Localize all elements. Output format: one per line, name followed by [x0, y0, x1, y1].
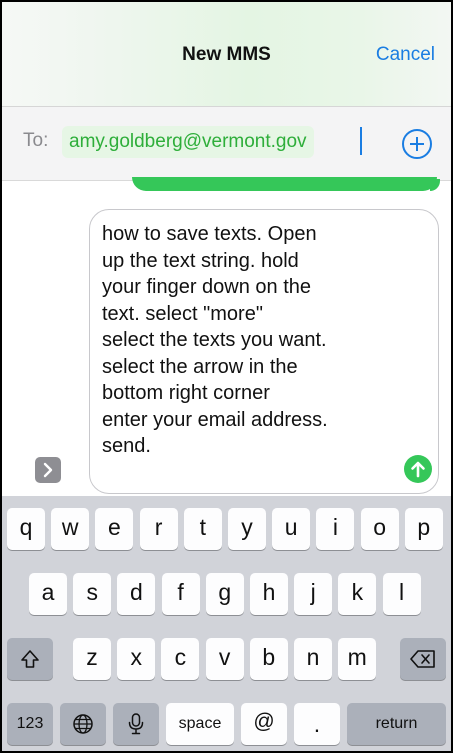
key-label: v: [218, 644, 231, 670]
sent-message-bubble[interactable]: [132, 177, 437, 191]
key-x[interactable]: x: [117, 638, 156, 680]
message-area: how to save texts. Open up the text stri…: [2, 177, 451, 496]
key-label: k: [351, 579, 364, 605]
expand-apps-button[interactable]: [35, 457, 61, 483]
key-t[interactable]: t: [183, 508, 222, 550]
message-text[interactable]: how to save texts. Open up the text stri…: [102, 221, 414, 460]
dictation-key[interactable]: [113, 703, 159, 745]
key-l[interactable]: l: [382, 573, 421, 615]
key-label: x: [130, 644, 142, 670]
globe-key[interactable]: [60, 703, 106, 745]
send-button[interactable]: [404, 455, 432, 483]
period-key[interactable]: .: [294, 703, 340, 745]
numbers-key[interactable]: 123: [7, 703, 53, 745]
phone-screen: New MMS Cancel To: amy.goldberg@vermont.…: [0, 0, 453, 753]
key-label: b: [262, 644, 276, 670]
key-label: f: [177, 579, 184, 605]
backspace-key[interactable]: [400, 638, 446, 680]
key-v[interactable]: v: [205, 638, 244, 680]
nav-header: New MMS Cancel: [2, 2, 451, 106]
key-c[interactable]: c: [161, 638, 200, 680]
key-label: w: [61, 514, 79, 540]
numbers-key-label: 123: [16, 715, 44, 732]
key-a[interactable]: a: [29, 573, 67, 615]
period-key-label: .: [313, 711, 321, 737]
key-label: s: [86, 579, 98, 605]
key-label: q: [19, 514, 33, 540]
globe-icon: [73, 714, 93, 734]
key-k[interactable]: k: [338, 573, 377, 615]
microphone-icon: [128, 713, 144, 735]
key-n[interactable]: n: [294, 638, 332, 680]
at-key[interactable]: @: [241, 703, 287, 745]
to-label: To:: [23, 130, 49, 151]
key-label: d: [129, 579, 143, 605]
key-label: l: [399, 579, 405, 605]
add-recipient-button[interactable]: [402, 129, 432, 159]
key-label: r: [154, 514, 163, 540]
key-h[interactable]: h: [250, 573, 288, 615]
key-i[interactable]: i: [316, 508, 355, 550]
key-label: c: [174, 644, 187, 670]
key-y[interactable]: y: [228, 508, 266, 550]
key-u[interactable]: u: [272, 508, 311, 550]
key-z[interactable]: z: [73, 638, 111, 680]
key-label: z: [86, 644, 98, 670]
at-key-label: @: [253, 710, 275, 733]
key-label: a: [41, 579, 55, 605]
recipient-chip[interactable]: amy.goldberg@vermont.gov: [62, 126, 314, 158]
key-label: t: [199, 514, 206, 540]
chevron-right-icon: [43, 462, 53, 478]
key-label: e: [107, 514, 121, 540]
key-label: p: [417, 514, 431, 540]
key-d[interactable]: d: [117, 573, 156, 615]
backspace-icon: [410, 650, 435, 668]
return-key-label: return: [375, 715, 418, 732]
keyboard: q w e r t y u i o p a s d f g h j k l z x c v b n m 123 space @…: [2, 496, 451, 751]
key-p[interactable]: p: [404, 508, 443, 550]
message-input[interactable]: how to save texts. Open up the text stri…: [89, 209, 439, 494]
recipient-row[interactable]: To: amy.goldberg@vermont.gov: [2, 107, 451, 181]
key-e[interactable]: e: [95, 508, 134, 550]
key-label: j: [310, 579, 316, 605]
key-b[interactable]: b: [249, 638, 288, 680]
key-label: o: [373, 514, 386, 540]
key-w[interactable]: w: [51, 508, 90, 550]
key-j[interactable]: j: [294, 573, 333, 615]
key-q[interactable]: q: [7, 508, 45, 550]
space-key[interactable]: space: [166, 703, 234, 745]
key-label: i: [332, 514, 338, 540]
key-label: m: [347, 644, 367, 670]
return-key[interactable]: return: [347, 703, 446, 745]
arrow-up-icon: [411, 461, 425, 478]
key-s[interactable]: s: [73, 573, 112, 615]
key-f[interactable]: f: [161, 573, 200, 615]
key-label: n: [306, 644, 320, 670]
key-label: u: [284, 514, 298, 540]
key-r[interactable]: r: [139, 508, 178, 550]
key-m[interactable]: m: [338, 638, 377, 680]
cancel-button[interactable]: Cancel: [376, 44, 435, 66]
key-label: y: [241, 514, 253, 540]
key-g[interactable]: g: [205, 573, 244, 615]
shift-icon: [21, 650, 39, 668]
key-o[interactable]: o: [360, 508, 399, 550]
bubble-tail: [430, 179, 440, 191]
shift-key[interactable]: [7, 638, 53, 680]
text-cursor: [360, 127, 362, 155]
key-label: h: [262, 579, 276, 605]
key-label: g: [218, 579, 232, 605]
space-key-label: space: [178, 715, 222, 732]
